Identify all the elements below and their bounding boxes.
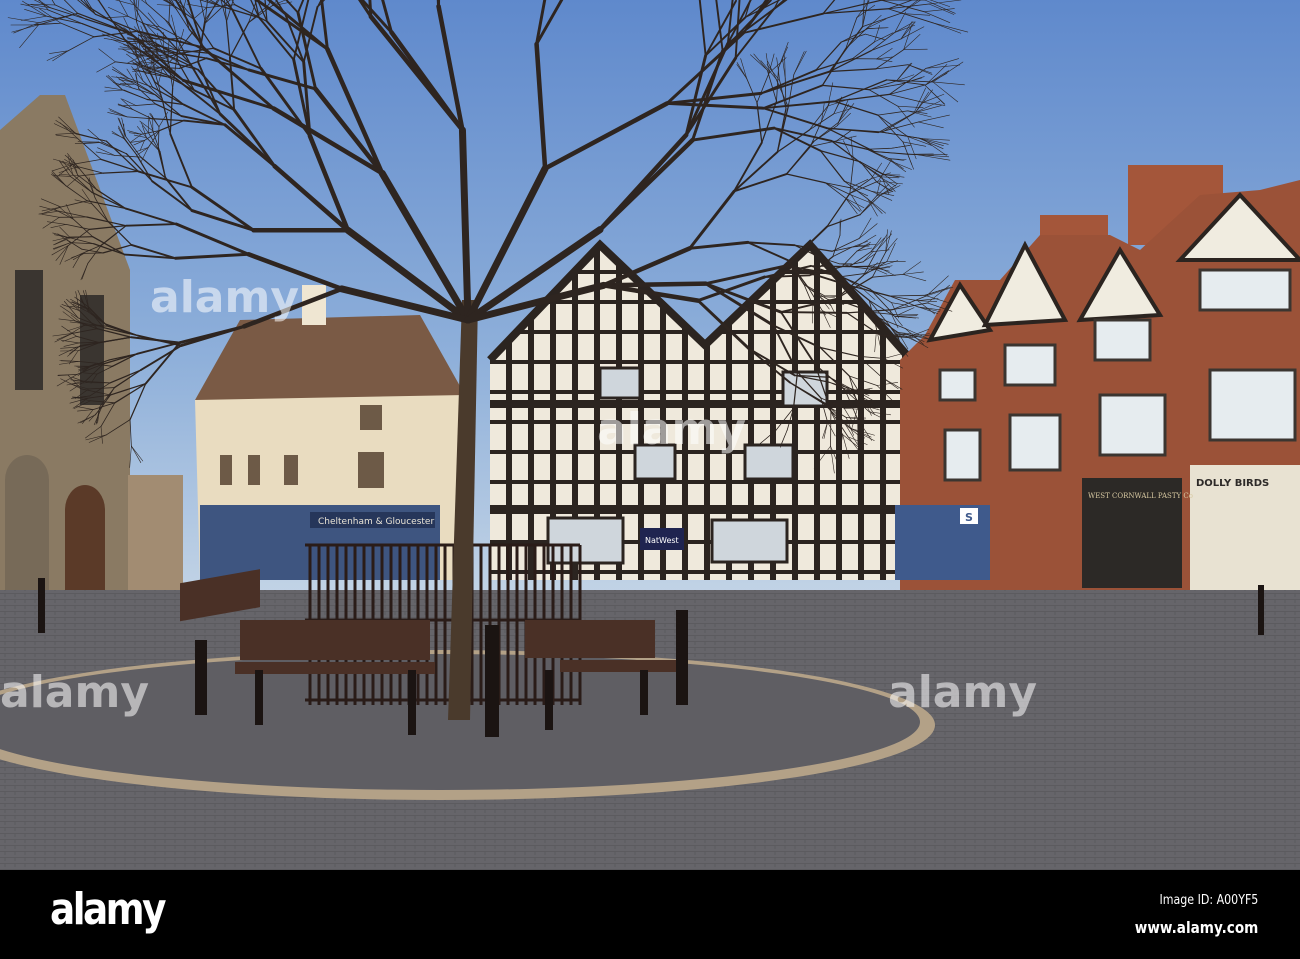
natwest-sign: NatWest <box>645 536 679 545</box>
town-square-photo: Cheltenham & Gloucester NatWest DOLLY BI… <box>0 0 1300 870</box>
watermark: alamy <box>888 667 1037 718</box>
watermark: alamy <box>150 272 299 323</box>
watermark: alamy <box>0 667 149 718</box>
pasty-co-sign: WEST CORNWALL PASTY Co <box>1088 492 1193 500</box>
photo-frame: Cheltenham & Gloucester NatWest DOLLY BI… <box>0 0 1300 959</box>
dolly-birds-sign: DOLLY BIRDS <box>1196 478 1269 489</box>
tree-branch <box>780 311 848 314</box>
alamy-url[interactable]: www.alamy.com <box>1134 918 1258 937</box>
alamy-logo: alamy <box>50 884 166 935</box>
watermark: alamy <box>597 404 746 455</box>
santander-s-sign: S <box>965 511 973 524</box>
image-id: Image ID: A00YF5 <box>1159 893 1258 908</box>
tree-branch <box>601 281 708 288</box>
cheltenham-gloucester-sign: Cheltenham & Gloucester <box>318 517 434 527</box>
